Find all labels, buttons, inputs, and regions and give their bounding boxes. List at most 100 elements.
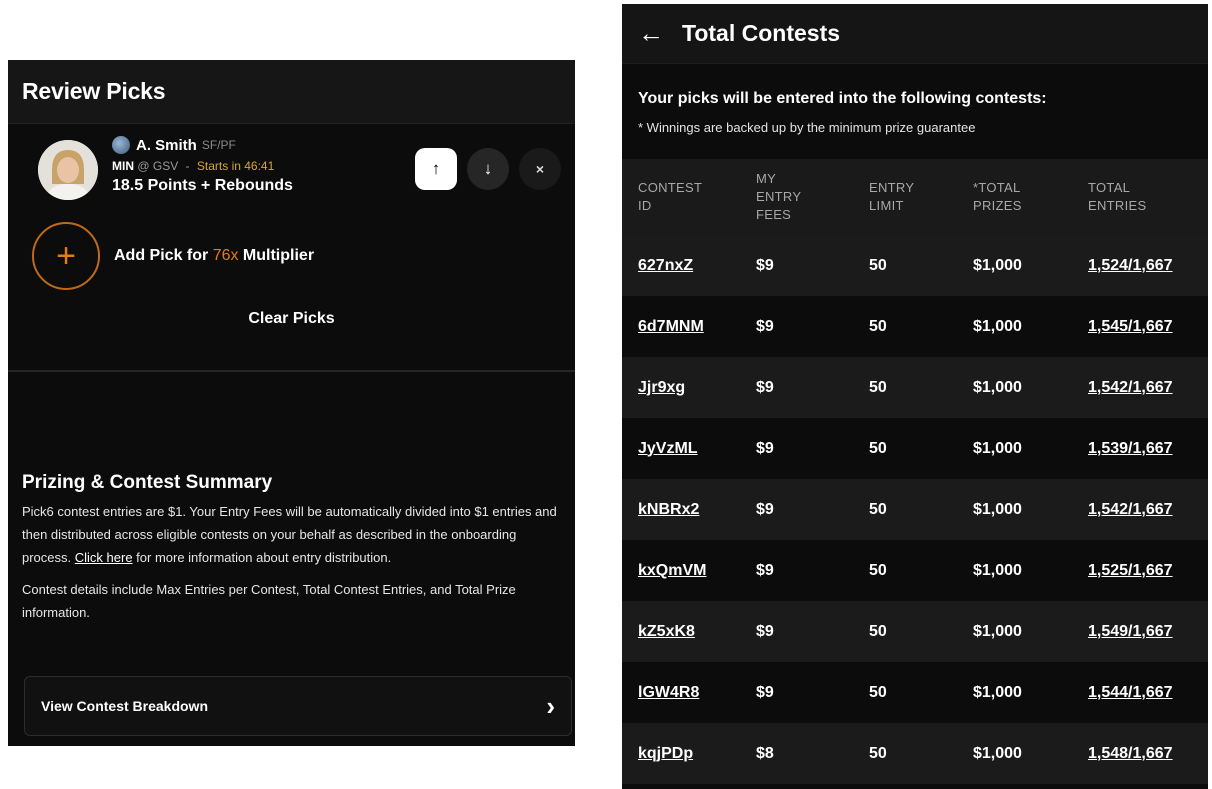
summary-paragraph-2: Contest details include Max Entries per … <box>22 582 516 620</box>
table-row: JyVzML $9 50 $1,000 1,539/1,667 <box>622 418 1208 479</box>
entry-limit: 50 <box>869 561 887 579</box>
entry-limit: 50 <box>869 439 887 457</box>
prize-guarantee-note: * Winnings are backed up by the minimum … <box>638 120 976 135</box>
total-prizes: $1,000 <box>973 744 1022 762</box>
arrow-up-icon: ↑ <box>431 159 441 178</box>
entry-fee: $9 <box>756 500 774 518</box>
contests-title: Total Contests <box>682 20 841 46</box>
contest-id-link[interactable]: kZ5xK8 <box>622 601 740 662</box>
total-entries-link[interactable]: 1,545/1,667 <box>1072 296 1208 357</box>
total-entries-link[interactable]: 1,542/1,667 <box>1072 357 1208 418</box>
total-entries-link[interactable]: 1,525/1,667 <box>1072 540 1208 601</box>
entry-fee: $9 <box>756 439 774 457</box>
header-total-prizes: *TOTAL PRIZES <box>973 180 1022 213</box>
add-pick-row[interactable]: + Add Pick for 76x Multiplier <box>8 216 575 296</box>
header-entry-limit: ENTRY LIMIT <box>869 180 915 213</box>
player-name: A. Smith <box>136 136 197 154</box>
entry-fee: $8 <box>756 744 774 762</box>
contest-id-link[interactable]: Jjr9xg <box>622 357 740 418</box>
contest-id-link[interactable]: JyVzML <box>622 418 740 479</box>
contest-id-link[interactable]: 627nxZ <box>622 235 740 296</box>
player-avatar <box>38 140 98 200</box>
more-button[interactable]: ↑ <box>415 148 457 190</box>
multiplier-value: 76x <box>212 247 239 264</box>
total-prizes: $1,000 <box>973 622 1022 640</box>
total-prizes: $1,000 <box>973 500 1022 518</box>
stat-line: 18.5 Points + Rebounds <box>112 177 293 194</box>
entry-limit: 50 <box>869 500 887 518</box>
close-icon: × <box>535 161 545 177</box>
total-prizes: $1,000 <box>973 378 1022 396</box>
total-entries-link[interactable]: 1,524/1,667 <box>1072 235 1208 296</box>
add-pick-label: Add Pick for 76x Multiplier <box>114 247 315 264</box>
entry-limit: 50 <box>869 378 887 396</box>
review-header: Review Picks <box>8 60 575 124</box>
add-pick-button[interactable]: + <box>32 222 100 290</box>
team-logo-icon <box>112 136 130 154</box>
contests-table: CONTEST ID MY ENTRY FEES ENTRY LIMIT *TOTAL P… <box>622 159 1208 784</box>
click-here-link[interactable]: Click here <box>75 550 133 565</box>
total-entries-link[interactable]: 1,544/1,667 <box>1072 662 1208 723</box>
start-time: Starts in 46:41 <box>196 159 275 173</box>
total-prizes: $1,000 <box>973 317 1022 335</box>
player-photo-icon <box>38 140 98 200</box>
opponent: @ GSV <box>137 159 179 173</box>
contest-id-link[interactable]: kxQmVM <box>622 540 740 601</box>
matchup: MIN @ GSV - Starts in 46:41 <box>112 159 293 173</box>
entry-limit: 50 <box>869 622 887 640</box>
total-prizes: $1,000 <box>973 561 1022 579</box>
header-contest-id: CONTEST ID <box>638 180 703 213</box>
contest-id-link[interactable]: kqjPDp <box>622 723 740 784</box>
contest-id-link[interactable]: lGW4R8 <box>622 662 740 723</box>
player-info: A. Smith SF/PF MIN @ GSV - Starts in 46:… <box>112 136 293 195</box>
total-prizes: $1,000 <box>973 256 1022 274</box>
entry-fee: $9 <box>756 622 774 640</box>
entry-fee: $9 <box>756 561 774 579</box>
divider <box>8 370 575 372</box>
contest-id-link[interactable]: kNBRx2 <box>622 479 740 540</box>
entry-limit: 50 <box>869 317 887 335</box>
table-row: 627nxZ $9 50 $1,000 1,524/1,667 <box>622 235 1208 296</box>
plus-icon: + <box>56 237 76 275</box>
entry-limit: 50 <box>869 256 887 274</box>
back-arrow-icon[interactable]: ← <box>638 18 664 49</box>
total-entries-link[interactable]: 1,549/1,667 <box>1072 601 1208 662</box>
team-abbrev: MIN <box>112 159 134 173</box>
chevron-right-icon: › <box>546 690 555 721</box>
contests-lead: Your picks will be entered into the foll… <box>638 90 1047 107</box>
total-entries-link[interactable]: 1,548/1,667 <box>1072 723 1208 784</box>
table-row: 6d7MNM $9 50 $1,000 1,545/1,667 <box>622 296 1208 357</box>
matchup-separator: - <box>185 159 190 173</box>
summary-paragraph-1: Pick6 contest entries are $1. Your Entry… <box>22 504 557 565</box>
contest-id-link[interactable]: 6d7MNM <box>622 296 740 357</box>
total-contests-panel: ← Total Contests Your picks will be ente… <box>622 4 1208 789</box>
contests-intro: Your picks will be entered into the foll… <box>622 64 1208 159</box>
table-row: kqjPDp $8 50 $1,000 1,548/1,667 <box>622 723 1208 784</box>
total-prizes: $1,000 <box>973 439 1022 457</box>
total-entries-link[interactable]: 1,542/1,667 <box>1072 479 1208 540</box>
table-row: Jjr9xg $9 50 $1,000 1,542/1,667 <box>622 357 1208 418</box>
table-row: lGW4R8 $9 50 $1,000 1,544/1,667 <box>622 662 1208 723</box>
table-row: kxQmVM $9 50 $1,000 1,525/1,667 <box>622 540 1208 601</box>
breakdown-label: View Contest Breakdown <box>41 698 209 714</box>
entry-limit: 50 <box>869 683 887 701</box>
table-row: kZ5xK8 $9 50 $1,000 1,549/1,667 <box>622 601 1208 662</box>
entry-fee: $9 <box>756 256 774 274</box>
view-contest-breakdown-button[interactable]: View Contest Breakdown › <box>24 676 572 736</box>
entry-fee: $9 <box>756 378 774 396</box>
arrow-down-icon: ↓ <box>483 159 493 178</box>
review-picks-panel: Review Picks A. Smith SF/PF MIN @ GSV - … <box>8 60 575 746</box>
header-total-entries: TOTAL ENTRIES <box>1088 180 1147 213</box>
prizing-summary: Prizing & Contest Summary Pick6 contest … <box>22 472 562 624</box>
clear-picks-button[interactable]: Clear Picks <box>8 296 575 342</box>
page-title: Review Picks <box>22 78 166 104</box>
entry-fee: $9 <box>756 683 774 701</box>
entry-fee: $9 <box>756 317 774 335</box>
total-entries-link[interactable]: 1,539/1,667 <box>1072 418 1208 479</box>
remove-pick-button[interactable]: × <box>519 148 561 190</box>
less-button[interactable]: ↓ <box>467 148 509 190</box>
header-entry-fees: MY ENTRY FEES <box>756 171 802 222</box>
total-prizes: $1,000 <box>973 683 1022 701</box>
table-row: kNBRx2 $9 50 $1,000 1,542/1,667 <box>622 479 1208 540</box>
summary-title: Prizing & Contest Summary <box>22 472 273 493</box>
